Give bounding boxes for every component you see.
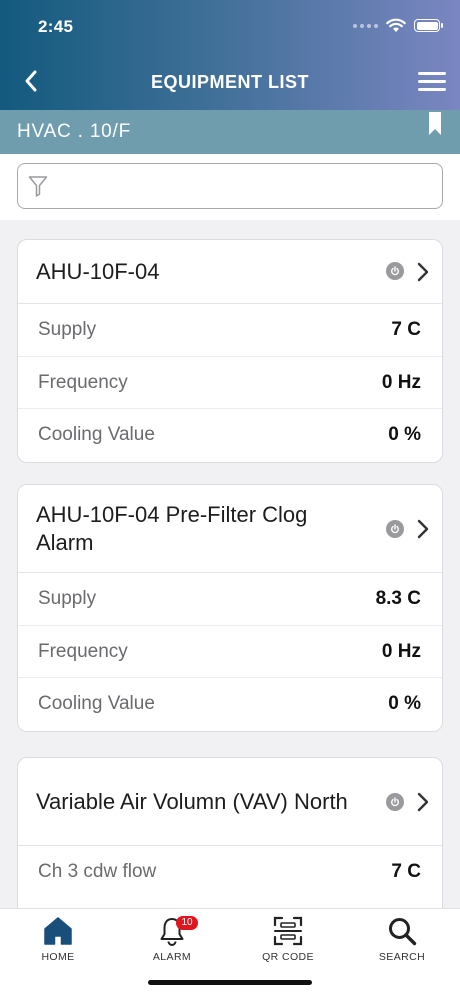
tab-label: QR CODE [262,951,314,963]
battery-icon [414,19,443,32]
menu-button[interactable] [418,67,446,95]
card-header[interactable]: AHU-10F-04 [18,240,442,304]
data-row: Supply 7 C [18,304,442,357]
data-row: Frequency 0 Hz [18,357,442,409]
signal-icon [353,23,378,28]
row-value: 0 % [388,424,421,445]
location-label: HVAC . 10/F [17,121,132,142]
wifi-icon [386,18,406,32]
tab-alarm[interactable]: 10 ALARM [132,915,212,963]
equipment-name: AHU-10F-04 Pre-Filter Clog Alarm [36,501,308,555]
status-icons [353,18,443,33]
equipment-card[interactable]: AHU-10F-04 Supply 7 C Frequency 0 Hz Coo… [17,239,443,463]
chevron-right-icon[interactable] [417,792,429,812]
tab-home[interactable]: HOME [18,915,98,963]
row-label: Cooling Value [38,693,155,714]
home-indicator [148,980,312,985]
row-label: Cooling Value [38,424,155,445]
data-row: Cooling Value 0 % [18,678,442,731]
row-value: 0 Hz [381,640,421,662]
card-header[interactable]: Variable Air Volumn (VAV) North [18,758,442,846]
equipment-card[interactable]: Variable Air Volumn (VAV) North Ch 3 cdw… [17,757,443,908]
tab-search[interactable]: SEARCH [362,915,442,963]
data-row: Frequency 0 Hz [18,626,442,678]
filter-icon [28,176,48,197]
status-time: 2:45 [38,17,74,36]
equipment-card[interactable]: AHU-10F-04 Pre-Filter Clog Alarm Supply … [17,484,443,732]
power-status-icon [386,262,404,280]
power-status-icon [386,793,404,811]
row-value: 8.3 C [375,588,421,609]
location-bar: HVAC . 10/F [0,110,460,154]
filter-zone [0,154,460,220]
alarm-count-badge: 10 [176,916,198,930]
tab-label: SEARCH [378,951,426,963]
page-title: EQUIPMENT LIST [150,72,309,92]
tab-label: ALARM [152,951,192,963]
row-value: 7 C [391,319,421,340]
row-value: 0 Hz [381,371,421,393]
power-status-icon [386,520,404,538]
equipment-name: AHU-10F-04 [36,258,160,284]
chevron-right-icon[interactable] [417,519,429,539]
row-value: 0 % [388,693,421,714]
status-bar: 2:45 [0,0,460,56]
filter-field[interactable] [17,163,443,209]
tab-label: HOME [41,951,75,963]
row-label: Supply [38,588,97,609]
qr-scan-icon [273,916,303,946]
search-icon [389,918,417,946]
data-row: Cooling Value 0 % [18,409,442,462]
data-row: Supply 8.3 C [18,573,442,626]
row-label: Supply [38,319,97,340]
row-value: 7 C [391,861,421,882]
chevron-right-icon[interactable] [417,262,429,282]
card-header[interactable]: AHU-10F-04 Pre-Filter Clog Alarm [18,485,442,573]
data-row: Ch 3 cdw flow 7 C [18,846,442,899]
row-label: Frequency [38,371,128,393]
equipment-list: AHU-10F-04 Supply 7 C Frequency 0 Hz Coo… [0,220,460,908]
equipment-name: Variable Air Volumn (VAV) North [36,788,348,814]
hamburger-icon [418,71,446,75]
filter-input[interactable] [56,176,442,196]
tab-qr-code[interactable]: QR CODE [248,915,328,963]
bookmark-icon[interactable] [428,112,442,136]
home-icon [44,917,72,945]
row-label: Ch 3 cdw flow [38,861,157,882]
nav-bar: EQUIPMENT LIST [0,58,460,108]
row-label: Frequency [38,640,128,662]
